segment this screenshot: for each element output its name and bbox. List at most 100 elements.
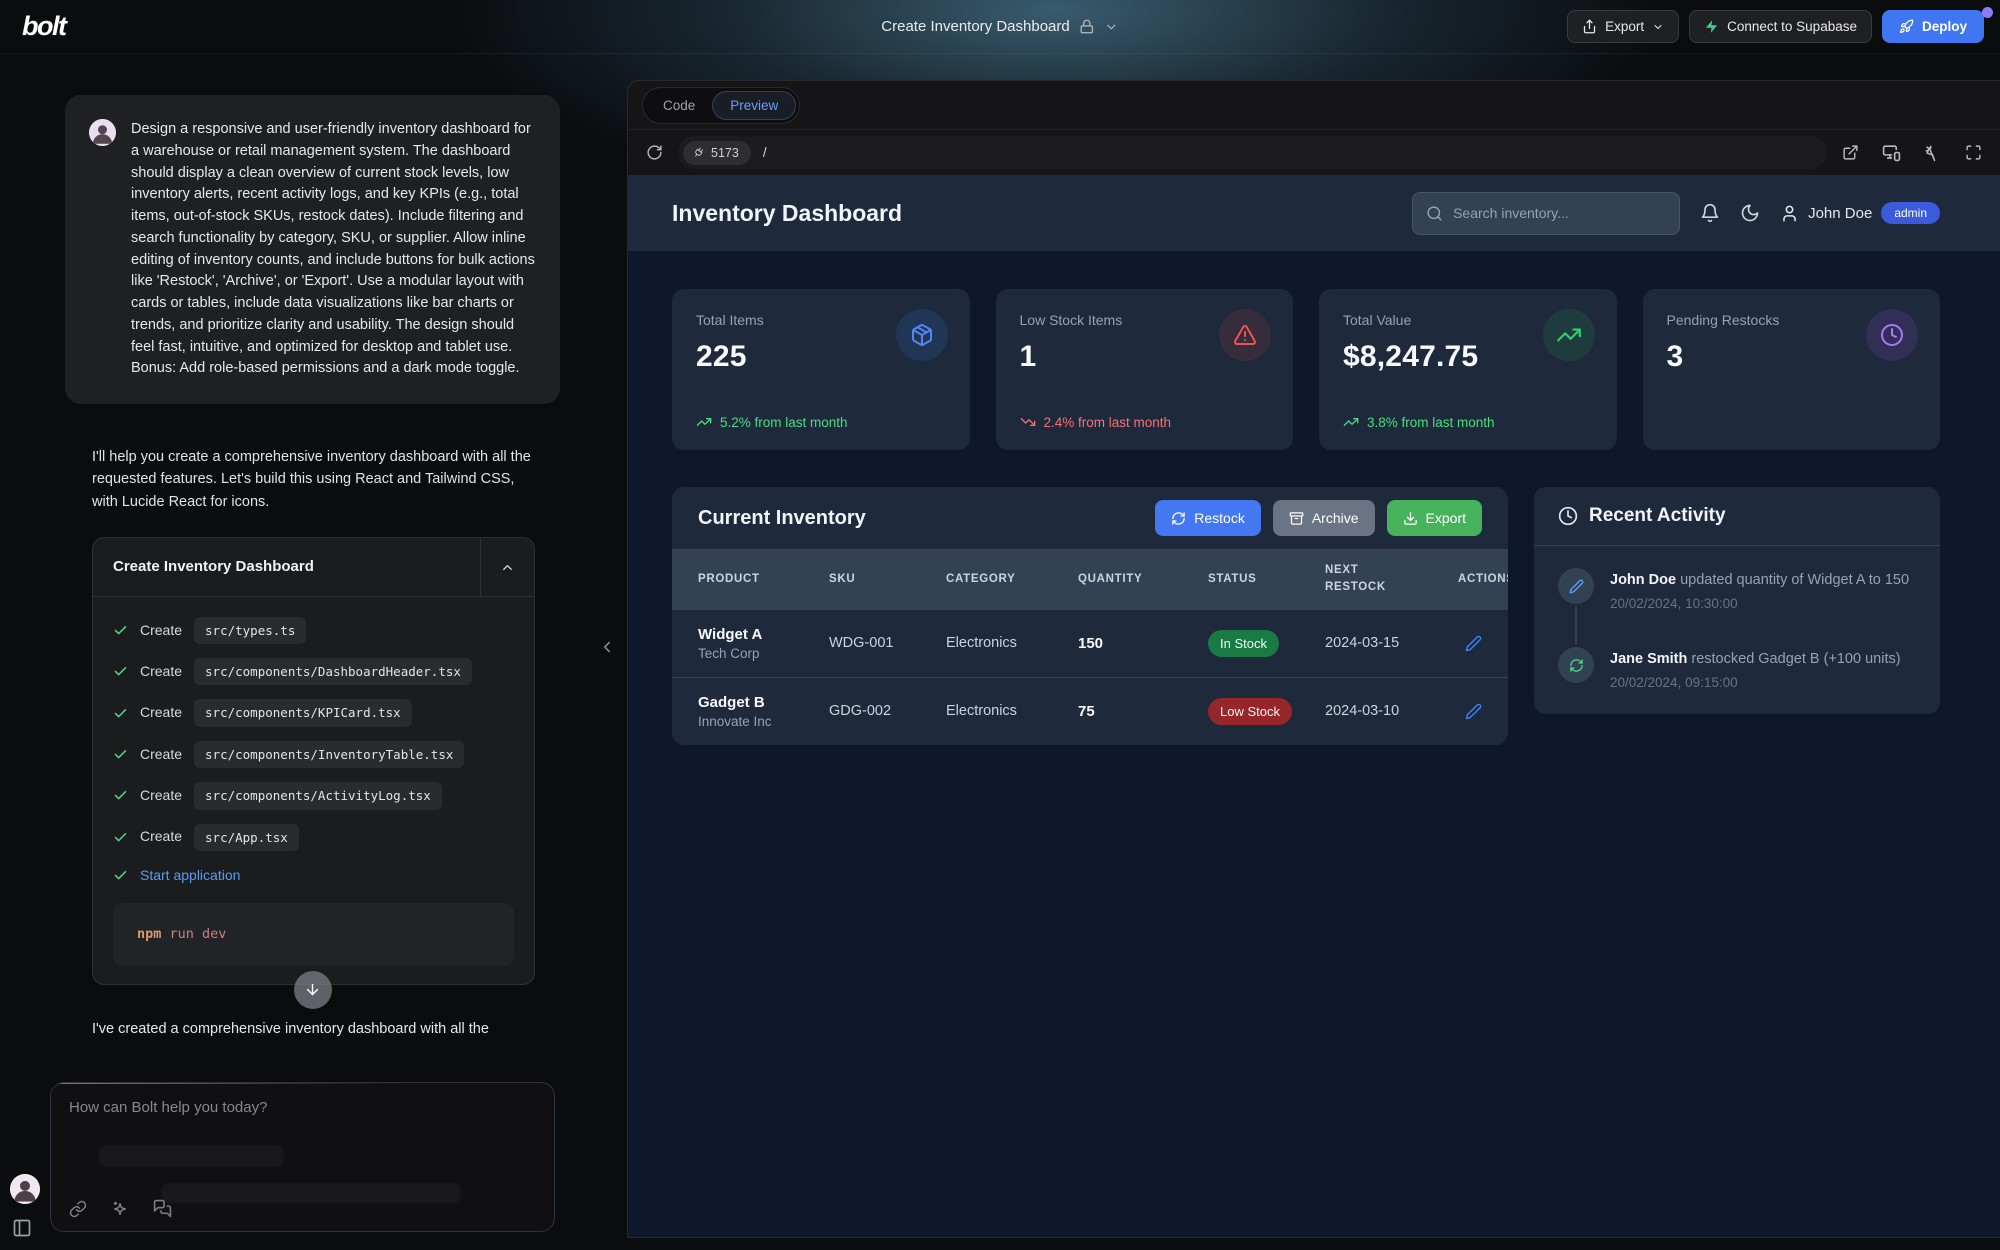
activity-item: John Doe updated quantity of Widget A to… <box>1558 568 1916 647</box>
file-chip[interactable]: src/components/InventoryTable.tsx <box>194 741 464 768</box>
devices-icon[interactable] <box>1882 143 1901 162</box>
artifact-card: Create Inventory Dashboard Create src/ty… <box>92 537 535 984</box>
artifact-step: Create src/types.ts <box>113 617 514 644</box>
assistant-closing-text: I've created a comprehensive inventory d… <box>65 1015 560 1037</box>
reload-icon[interactable] <box>646 144 663 161</box>
check-icon <box>113 788 128 803</box>
user-message: Design a responsive and user-friendly in… <box>65 95 560 404</box>
dashboard-lower-section: Current Inventory Restock Archive <box>672 487 1940 745</box>
artifact-step: Create src/App.tsx <box>113 824 514 851</box>
account-avatar[interactable] <box>10 1174 40 1204</box>
export-csv-button[interactable]: Export <box>1387 500 1482 536</box>
chat-input[interactable] <box>51 1083 554 1149</box>
user-avatar <box>89 119 116 146</box>
user-prompt-text: Design a responsive and user-friendly in… <box>131 119 536 380</box>
fullscreen-icon[interactable] <box>1965 144 1982 161</box>
command-binary: npm <box>137 926 161 942</box>
alert-triangle-icon <box>1219 309 1271 361</box>
project-title: Create Inventory Dashboard <box>881 18 1069 35</box>
address-bar[interactable]: 5173 / <box>678 136 1827 169</box>
chat-input-box <box>50 1082 555 1232</box>
port-badge[interactable]: 5173 <box>683 141 751 165</box>
chat-bubbles-icon[interactable] <box>153 1199 172 1218</box>
assistant-message: I'll help you create a comprehensive inv… <box>65 446 560 985</box>
check-icon <box>113 664 128 679</box>
open-in-new-tab-icon[interactable] <box>1842 144 1859 161</box>
link-icon[interactable] <box>69 1200 87 1218</box>
activity-timestamp: 20/02/2024, 09:15:00 <box>1610 675 1901 690</box>
file-chip[interactable]: src/components/ActivityLog.tsx <box>194 782 442 809</box>
recent-activity-card: Recent Activity John Doe updat <box>1534 487 1940 714</box>
top-bar: bolt Create Inventory Dashboard Export C… <box>0 0 2000 54</box>
trending-up-icon <box>696 414 712 430</box>
quantity-cell[interactable]: 75 <box>1078 703 1208 720</box>
kpi-card-low-stock: Low Stock Items 1 2.4% from last month <box>996 289 1294 450</box>
tab-code[interactable]: Code <box>646 92 712 119</box>
user-menu[interactable]: John Doe admin <box>1780 202 1940 224</box>
artifact-step: Create src/components/InventoryTable.tsx <box>113 741 514 768</box>
edit-pencil-icon[interactable] <box>1465 635 1482 652</box>
kpi-trend: 3.8% from last month <box>1343 414 1495 430</box>
project-title-dropdown[interactable]: Create Inventory Dashboard <box>881 18 1118 35</box>
tab-preview[interactable]: Preview <box>712 91 796 120</box>
scroll-down-button[interactable] <box>294 971 332 1009</box>
preview-panel: Code Preview 5173 / <box>627 80 2000 1238</box>
artifact-step: Create src/components/DashboardHeader.ts… <box>113 658 514 685</box>
check-icon <box>113 623 128 638</box>
start-application-step[interactable]: Start application <box>113 865 514 887</box>
deploy-button[interactable]: Deploy <box>1882 10 1984 43</box>
product-supplier: Innovate Inc <box>698 714 829 729</box>
activity-item: Jane Smith restocked Gadget B (+100 unit… <box>1558 647 1916 690</box>
refresh-icon <box>1558 647 1594 683</box>
user-icon <box>1780 204 1799 223</box>
assistant-intro-text: I'll help you create a comprehensive inv… <box>92 446 535 513</box>
sku-cell: GDG-002 <box>829 703 946 719</box>
refresh-icon <box>1171 511 1186 526</box>
app-viewport: Inventory Dashboard John Doe admin Total… <box>628 175 2000 1237</box>
share-icon <box>1582 19 1597 34</box>
bulk-actions: Restock Archive Export <box>1155 500 1482 536</box>
file-chip[interactable]: src/components/KPICard.tsx <box>194 699 412 726</box>
check-icon <box>113 830 128 845</box>
activity-timeline: John Doe updated quantity of Widget A to… <box>1534 546 1940 714</box>
artifact-header[interactable]: Create Inventory Dashboard <box>93 538 534 596</box>
edit-pencil-icon[interactable] <box>1465 703 1482 720</box>
activity-timestamp: 20/02/2024, 10:30:00 <box>1610 596 1909 611</box>
artifact-step: Create src/components/KPICard.tsx <box>113 699 514 726</box>
notification-dot <box>1982 7 1993 18</box>
category-cell: Electronics <box>946 703 1078 719</box>
chevron-down-icon[interactable] <box>1105 20 1119 34</box>
archive-button[interactable]: Archive <box>1273 500 1375 536</box>
inspect-cursor-icon[interactable] <box>1924 144 1942 162</box>
table-header: PRODUCT SKU CATEGORY QUANTITY STATUS NEX… <box>672 549 1508 610</box>
dark-mode-toggle-moon-icon[interactable] <box>1740 203 1760 223</box>
product-name: Gadget B <box>698 694 829 711</box>
file-chip[interactable]: src/App.tsx <box>194 824 299 851</box>
connect-supabase-button[interactable]: Connect to Supabase <box>1689 10 1872 43</box>
file-chip[interactable]: src/types.ts <box>194 617 306 644</box>
sparkles-icon[interactable] <box>111 1200 129 1218</box>
status-badge: Low Stock <box>1208 698 1292 725</box>
private-lock-icon <box>1080 19 1095 34</box>
sidebar-toggle-icon[interactable] <box>12 1218 32 1238</box>
plug-icon <box>691 145 706 160</box>
inventory-title: Current Inventory <box>698 507 866 530</box>
dashboard-title: Inventory Dashboard <box>672 200 902 227</box>
product-supplier: Tech Corp <box>698 646 829 661</box>
trending-up-icon <box>1543 309 1595 361</box>
quantity-cell[interactable]: 150 <box>1078 635 1208 652</box>
bell-icon[interactable] <box>1700 203 1720 223</box>
trending-up-icon <box>1343 414 1359 430</box>
bolt-logo[interactable]: bolt <box>16 11 65 42</box>
export-button[interactable]: Export <box>1567 10 1679 43</box>
url-path[interactable]: / <box>763 145 1815 160</box>
activity-text: Jane Smith restocked Gadget B (+100 unit… <box>1610 647 1901 670</box>
browser-chrome: 5173 / <box>628 129 2000 175</box>
search-input[interactable] <box>1453 205 1666 221</box>
restock-button[interactable]: Restock <box>1155 500 1261 536</box>
file-chip[interactable]: src/components/DashboardHeader.tsx <box>194 658 472 685</box>
collapse-chat-chevron-icon[interactable] <box>598 638 616 656</box>
role-badge: admin <box>1881 202 1940 224</box>
chevron-up-icon[interactable] <box>480 538 534 595</box>
next-restock-cell: 2024-03-15 <box>1325 635 1458 651</box>
